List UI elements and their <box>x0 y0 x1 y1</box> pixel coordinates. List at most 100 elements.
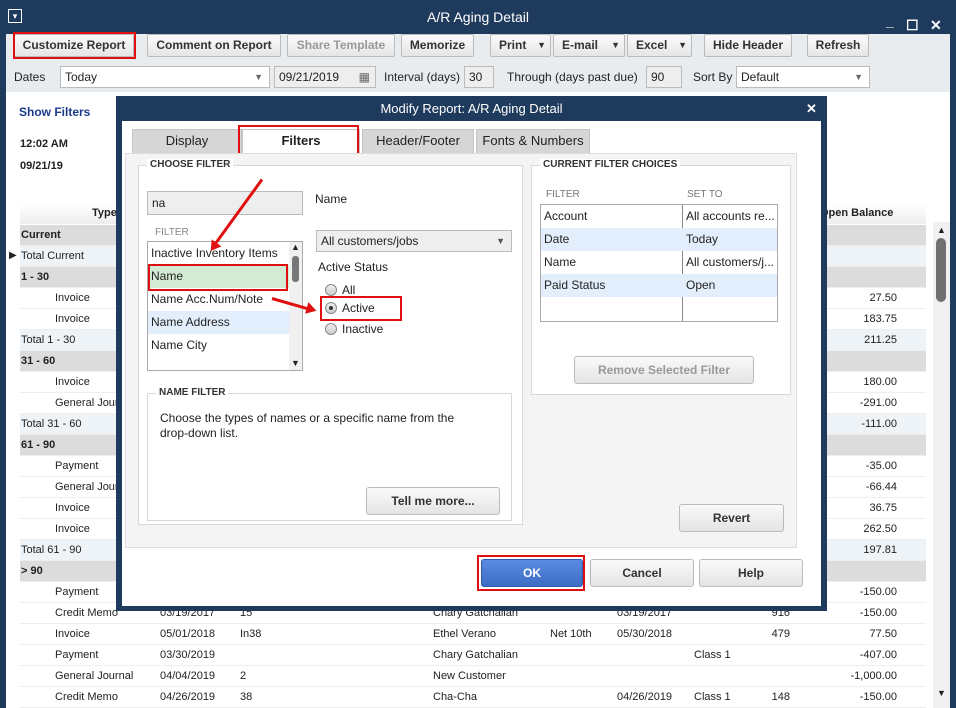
date-field[interactable]: 09/21/2019 ▦ <box>274 66 376 88</box>
scroll-down-icon[interactable]: ▼ <box>291 358 300 368</box>
dialog-close-icon[interactable]: ✕ <box>806 96 817 121</box>
highlight-box <box>477 555 585 591</box>
cell-name: Chary Gatchalian <box>433 649 518 661</box>
cell-label: Total 61 - 90 <box>21 544 82 556</box>
filter-item-name-address[interactable]: Name Address <box>148 311 302 334</box>
dropdown-arrow-icon[interactable]: ▼ <box>678 35 687 56</box>
current-col-set-to: SET TO <box>687 189 723 200</box>
cell-type: Invoice <box>55 313 90 325</box>
current-filter-value: Open <box>686 278 716 292</box>
cell-type: Invoice <box>55 523 90 535</box>
print-button[interactable]: Print ▼ <box>490 34 551 57</box>
cell-label: 1 - 30 <box>21 271 50 283</box>
radio-all[interactable] <box>325 284 337 296</box>
cell-balance: -407.00 <box>859 649 897 661</box>
cell-class: Class 1 <box>694 691 731 703</box>
email-button[interactable]: E-mail ▼ <box>553 34 625 57</box>
radio-inactive[interactable] <box>325 323 337 335</box>
table-row[interactable]: Invoice 05/01/2018 In38 Ethel Verano Net 10t… <box>20 624 926 645</box>
cell-balance: -150.00 <box>859 586 897 598</box>
tell-me-more-button[interactable]: Tell me more... <box>366 487 500 515</box>
filter-search-input[interactable]: na <box>147 191 303 215</box>
calendar-icon[interactable]: ▦ <box>359 67 370 87</box>
scroll-thumb[interactable] <box>936 238 946 302</box>
cell-balance: 197.81 <box>863 544 897 556</box>
scroll-up-icon[interactable]: ▲ <box>937 225 946 235</box>
cancel-button[interactable]: Cancel <box>590 559 694 587</box>
cell-balance: -66.44 <box>865 481 897 493</box>
cell-type: Invoice <box>55 502 90 514</box>
cell-class: Class 1 <box>694 649 731 661</box>
chevron-down-icon: ▼ <box>854 72 863 82</box>
table-row[interactable]: Payment 03/30/2019 Chary Gatchalian Class 1… <box>20 645 926 666</box>
interval-input[interactable]: 30 <box>464 66 494 88</box>
table-row[interactable]: General Journal 04/04/2019 2 New Customer -1… <box>20 666 926 687</box>
report-scrollbar[interactable]: ▲ ▼ <box>933 222 950 708</box>
window-menu-icon[interactable]: ▾ <box>8 9 22 23</box>
memorize-button[interactable]: Memorize <box>401 34 474 57</box>
interval-label: Interval (days) <box>384 70 461 84</box>
cell-type: Invoice <box>55 376 90 388</box>
cell-label: 31 - 60 <box>21 355 56 367</box>
cell-type: Credit Memo <box>55 607 118 619</box>
dialog-title: Modify Report: A/R Aging Detail <box>380 101 563 116</box>
column-header-type[interactable]: Type <box>92 207 117 219</box>
hide-header-button[interactable]: Hide Header <box>704 34 792 57</box>
remove-selected-filter-button: Remove Selected Filter <box>574 356 754 384</box>
cell-balance: 180.00 <box>863 376 897 388</box>
current-filter-row[interactable]: Account All accounts re... <box>541 205 777 228</box>
filter-item-inactive-inventory[interactable]: Inactive Inventory Items <box>148 242 302 265</box>
cell-date: 05/01/2018 <box>160 628 216 640</box>
cell-aging: 479 <box>771 628 790 640</box>
dates-dropdown[interactable]: Today ▼ <box>60 66 270 88</box>
scroll-up-icon[interactable]: ▲ <box>291 242 300 252</box>
comment-report-button[interactable]: Comment on Report <box>147 34 281 57</box>
radio-inactive-label[interactable]: Inactive <box>342 322 383 336</box>
dropdown-arrow-icon[interactable]: ▼ <box>537 35 546 56</box>
cell-date: 04/04/2019 <box>160 670 216 682</box>
highlight-box <box>320 296 402 321</box>
current-filter-row[interactable]: Name All customers/j... <box>541 251 777 274</box>
through-input[interactable]: 90 <box>646 66 682 88</box>
cell-balance: -150.00 <box>859 607 897 619</box>
excel-button[interactable]: Excel ▼ <box>627 34 692 57</box>
window-title-bar: ▾ A/R Aging Detail _ ☐ ✕ <box>0 0 956 34</box>
cell-balance: 211.25 <box>864 334 897 346</box>
filter-list[interactable]: Inactive Inventory Items Name Name Acc.N… <box>147 241 303 371</box>
sort-by-dropdown[interactable]: Default ▼ <box>736 66 870 88</box>
table-row[interactable]: Credit Memo 04/26/2019 38 Cha-Cha 04/26/2019… <box>20 687 926 708</box>
sort-by-label: Sort By <box>693 70 733 84</box>
cell-num: In38 <box>240 628 262 640</box>
cell-type: Invoice <box>55 628 90 640</box>
radio-all-label[interactable]: All <box>342 283 355 297</box>
show-filters-link[interactable]: Show Filters <box>19 105 90 119</box>
report-filter-bar: Dates Today ▼ 09/21/2019 ▦ Interval (days)… <box>0 62 956 92</box>
cell-balance: -291.00 <box>859 397 897 409</box>
current-filter-row[interactable]: Date Today <box>541 228 777 251</box>
dropdown-arrow-icon[interactable]: ▼ <box>611 35 620 56</box>
current-filter-name: Name <box>544 255 577 269</box>
current-filter-table[interactable]: Account All accounts re... Date Today Name Al… <box>540 204 778 322</box>
cell-balance: 262.50 <box>863 523 897 535</box>
cell-num: 2 <box>240 670 247 682</box>
name-filter-title: NAME FILTER <box>156 387 229 398</box>
minimize-icon[interactable]: _ <box>886 4 894 38</box>
name-dropdown[interactable]: All customers/jobs ▼ <box>316 230 512 252</box>
excel-label: Excel <box>636 38 668 52</box>
scroll-thumb[interactable] <box>292 256 299 282</box>
tab-fonts-numbers[interactable]: Fonts & Numbers <box>476 129 590 153</box>
help-button[interactable]: Help <box>699 559 803 587</box>
current-filter-choices-group: CURRENT FILTER CHOICES FILTER SET TO Acc… <box>531 159 791 395</box>
filter-item-name-city[interactable]: Name City <box>148 334 302 357</box>
column-header-open-balance[interactable]: Open Balance <box>820 207 893 219</box>
revert-button[interactable]: Revert <box>679 504 784 532</box>
refresh-button[interactable]: Refresh <box>807 34 869 57</box>
share-template-button: Share Template <box>287 34 395 57</box>
tab-header-footer[interactable]: Header/Footer <box>362 129 474 153</box>
cell-type: Payment <box>55 649 99 661</box>
choose-filter-group: CHOOSE FILTER na Name FILTER Inactive In… <box>138 159 523 525</box>
tab-display[interactable]: Display <box>132 129 242 153</box>
current-filter-row[interactable]: Paid Status Open <box>541 274 777 297</box>
scroll-down-icon[interactable]: ▼ <box>937 688 946 698</box>
current-row-pointer-icon: ▶ <box>9 250 17 261</box>
